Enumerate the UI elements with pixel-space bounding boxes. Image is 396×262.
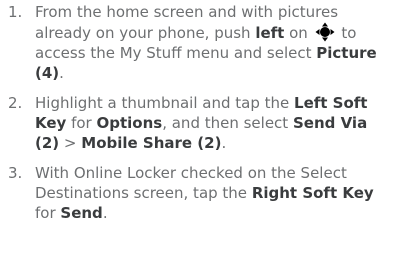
step-text-segment: .: [102, 204, 108, 222]
step-number: 2.: [8, 94, 23, 112]
step-text-segment: .: [221, 134, 227, 152]
directional-pad-icon: [315, 22, 335, 42]
step-text-segment: >: [59, 134, 82, 152]
step-number: 1.: [8, 3, 23, 21]
step-text-segment: Highlight a thumbnail and tap the: [35, 94, 295, 112]
step-text-segment: .: [59, 64, 64, 82]
step-text-segment: on: [284, 24, 313, 42]
step-text: Highlight a thumbnail and tap the Left S…: [35, 93, 396, 153]
step-item: 3. With Online Locker checked on the Sel…: [0, 163, 396, 223]
step-text-segment: , and then select: [162, 114, 293, 132]
step-text-bold: Right Soft Key: [251, 184, 374, 202]
step-text-bold: Send: [60, 204, 103, 222]
instruction-steps: 1. From the home screen and with picture…: [0, 2, 396, 233]
step-item: 2. Highlight a thumbnail and tap the Lef…: [0, 93, 396, 153]
step-text-segment: for: [35, 204, 61, 222]
step-text: From the home screen and with pictures a…: [35, 2, 396, 83]
step-number: 3.: [8, 164, 23, 182]
step-item: 1. From the home screen and with picture…: [0, 2, 396, 83]
step-text: With Online Locker checked on the Select…: [35, 163, 396, 223]
step-text-bold: Mobile Share (2): [81, 134, 222, 152]
step-text-segment: for: [66, 114, 97, 132]
step-text-bold: Options: [96, 114, 163, 132]
step-text-bold: left: [255, 24, 285, 42]
